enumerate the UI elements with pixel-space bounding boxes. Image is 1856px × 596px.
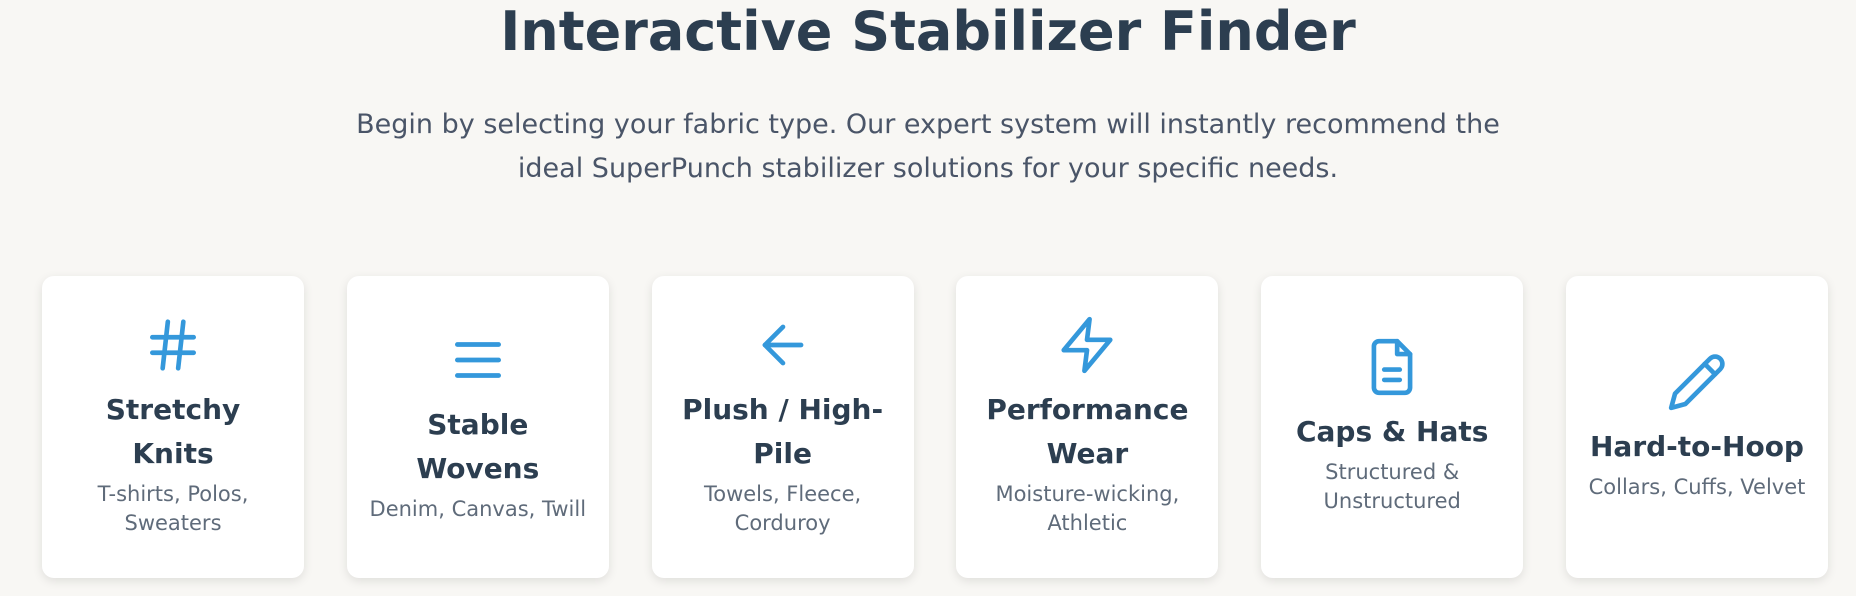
- fabric-card-hard-to-hoop[interactable]: Hard-to-Hoop Collars, Cuffs, Velvet: [1565, 276, 1828, 578]
- fabric-card-description: Moisture-wicking, Athletic: [995, 482, 1180, 535]
- fabric-card-title: Stretchy Knits: [105, 393, 241, 470]
- fabric-card-title: Hard-to-Hoop: [1589, 429, 1804, 463]
- fabric-card-stretchy-knits[interactable]: Stretchy Knits T-shirts, Polos, Sweaters: [42, 276, 304, 578]
- lines-icon: [447, 329, 509, 391]
- document-icon: [1361, 336, 1423, 398]
- fabric-card-title: Stable Wovens: [416, 407, 540, 485]
- fabric-card-plush-high-pile[interactable]: Plush / High-Pile Towels, Fleece, Cordur…: [651, 276, 914, 578]
- fabric-type-grid: Stretchy Knits T-shirts, Polos, Sweaters…: [42, 276, 1828, 578]
- fabric-card-description: T-shirts, Polos, Sweaters: [97, 482, 249, 535]
- lightning-icon: [1056, 314, 1118, 376]
- hashtag-icon: [142, 314, 204, 376]
- pencil-icon: [1666, 351, 1728, 413]
- fabric-card-description: Towels, Fleece, Corduroy: [703, 482, 862, 535]
- arrow-left-icon: [752, 314, 814, 376]
- fabric-card-description: Structured & Unstructured: [1323, 460, 1461, 513]
- fabric-card-title: Plush / High-Pile: [682, 393, 884, 470]
- fabric-card-caps-hats[interactable]: Caps & Hats Structured & Unstructured: [1261, 276, 1524, 578]
- fabric-card-title: Performance Wear: [986, 393, 1189, 470]
- fabric-card-performance-wear[interactable]: Performance Wear Moisture-wicking, Athle…: [956, 276, 1219, 578]
- fabric-card-description: Denim, Canvas, Twill: [369, 496, 587, 521]
- page-title: Interactive Stabilizer Finder: [500, 0, 1356, 63]
- fabric-card-title: Caps & Hats: [1295, 415, 1489, 448]
- fabric-card-description: Collars, Cuffs, Velvet: [1588, 474, 1806, 499]
- page-subtitle: Begin by selecting your fabric type. Our…: [356, 109, 1500, 184]
- fabric-card-stable-wovens[interactable]: Stable Wovens Denim, Canvas, Twill: [346, 276, 609, 578]
